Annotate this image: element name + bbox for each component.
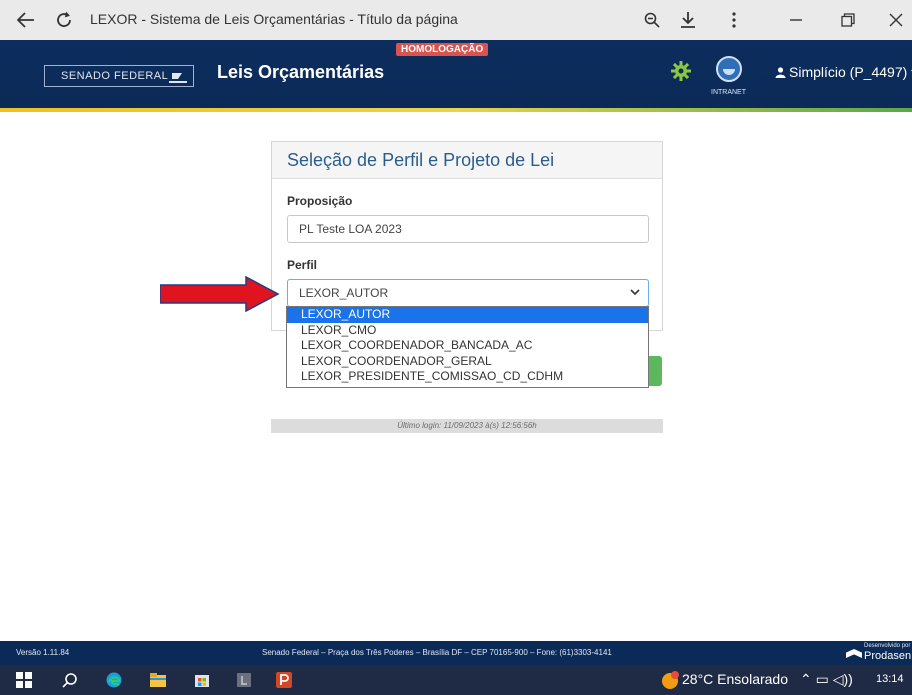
last-login-info: Último login: 11/09/2023 à(s) 12:56:56h xyxy=(271,419,663,433)
more-menu-icon[interactable] xyxy=(724,6,744,34)
chevron-down-icon xyxy=(630,289,640,296)
back-arrow-icon[interactable] xyxy=(14,6,38,34)
reload-icon[interactable] xyxy=(52,6,76,34)
restore-icon[interactable] xyxy=(836,6,860,34)
lync-icon[interactable] xyxy=(236,672,252,688)
search-icon[interactable] xyxy=(62,672,78,688)
weather-sun-icon[interactable] xyxy=(660,670,680,690)
panel-title: Seleção de Perfil e Projeto de Lei xyxy=(272,142,662,179)
edge-browser-icon[interactable] xyxy=(106,672,122,688)
proposicao-field[interactable]: PL Teste LOA 2023 xyxy=(287,215,649,243)
clock-text[interactable]: 13:14 xyxy=(876,673,904,685)
download-icon[interactable] xyxy=(676,6,700,34)
red-arrow-annotation xyxy=(160,276,280,312)
user-icon xyxy=(775,67,786,78)
perfil-option[interactable]: LEXOR_COORDENADOR_BANCADA_AC xyxy=(287,338,648,354)
store-icon[interactable] xyxy=(194,672,210,688)
perfil-option[interactable]: LEXOR_CMO xyxy=(287,323,648,339)
browser-title-bar: LEXOR - Sistema de Leis Orçamentárias - … xyxy=(0,0,912,40)
close-icon[interactable] xyxy=(884,6,908,34)
prodasen-mark-icon xyxy=(846,649,862,658)
address-text: Senado Federal – Praça dos Três Poderes … xyxy=(262,648,612,657)
perfil-option[interactable]: LEXOR_COORDENADOR_GERAL xyxy=(287,354,648,370)
profile-selection-panel: Seleção de Perfil e Projeto de Lei Propo… xyxy=(271,141,663,331)
congress-flag-icon xyxy=(169,69,187,83)
user-menu[interactable]: Simplício (P_4497) ▾ xyxy=(775,64,912,81)
app-title[interactable]: Leis Orçamentárias xyxy=(217,62,384,83)
perfil-option[interactable]: LEXOR_PRESIDENTE_COMISSAO_CD_CDHM xyxy=(287,369,648,385)
perfil-option[interactable]: LEXOR_AUTOR xyxy=(287,307,648,323)
header-accent-line xyxy=(0,108,912,112)
version-text: Versão 1.11.84 xyxy=(16,648,70,657)
senado-federal-logo[interactable]: SENADO FEDERAL xyxy=(44,65,194,87)
zoom-icon[interactable] xyxy=(640,6,664,34)
minimize-icon[interactable] xyxy=(784,6,808,34)
powerpoint-icon[interactable] xyxy=(276,672,292,688)
os-taskbar: 28°C Ensolarado ⌃ ▭ ◁)) 13:14 xyxy=(0,665,912,695)
intranet-label: INTRANET xyxy=(711,89,746,96)
file-explorer-icon[interactable] xyxy=(150,672,166,688)
weather-text[interactable]: 28°C Ensolarado xyxy=(682,671,788,687)
org-name: SENADO FEDERAL xyxy=(61,70,169,82)
developer-name: Prodasen xyxy=(864,650,912,662)
browser-page-title: LEXOR - Sistema de Leis Orçamentárias - … xyxy=(90,11,458,27)
prodasen-logo[interactable]: Desenvolvido por Prodasen xyxy=(842,643,912,663)
environment-badge: HOMOLOGAÇÃO xyxy=(396,43,489,56)
perfil-selected-value: LEXOR_AUTOR xyxy=(299,286,389,300)
windows-start-icon[interactable] xyxy=(16,672,32,688)
page-footer: Versão 1.11.84 Senado Federal – Praça do… xyxy=(0,641,912,665)
system-tray-icons[interactable]: ⌃ ▭ ◁)) xyxy=(800,671,853,688)
gear-icon[interactable] xyxy=(670,60,692,82)
intranet-icon[interactable] xyxy=(716,56,742,82)
developer-caption: Desenvolvido por xyxy=(864,643,911,649)
user-name: Simplício (P_4497) xyxy=(789,64,908,80)
proposicao-label: Proposição xyxy=(287,194,353,208)
perfil-label: Perfil xyxy=(287,258,318,272)
app-header: SENADO FEDERAL Leis Orçamentárias HOMOLO… xyxy=(0,40,912,112)
perfil-select[interactable]: LEXOR_AUTOR xyxy=(287,279,649,307)
perfil-dropdown-list: LEXOR_AUTOR LEXOR_CMO LEXOR_COORDENADOR_… xyxy=(286,306,649,388)
